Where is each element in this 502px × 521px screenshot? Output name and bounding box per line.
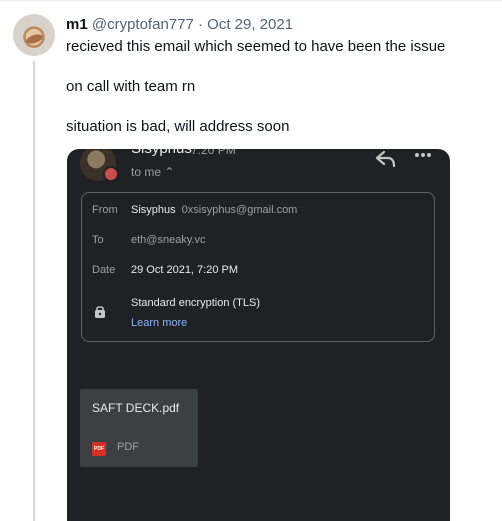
user-handle[interactable]: @cryptofan777	[92, 16, 194, 33]
sender-badge-icon	[103, 166, 119, 182]
pdf-attachment: SAFT DECK.pdf PDF PDF	[80, 389, 198, 467]
top-divider	[0, 0, 502, 1]
from-name: Sisyphus	[131, 204, 176, 216]
email-screenshot[interactable]: Sisyphus 7:20 PM to me ⌃ From Sisyphus 0x…	[67, 149, 450, 521]
tweet-date[interactable]: Oct 29, 2021	[207, 16, 293, 33]
to-label: To	[92, 234, 104, 246]
avatar[interactable]	[13, 14, 55, 56]
tweet-header: m1 @cryptofan777 · Oct 29, 2021	[66, 15, 293, 35]
recipient-toggle: to me ⌃	[131, 165, 175, 179]
learn-more-link: Learn more	[131, 317, 188, 329]
thread-line	[33, 61, 35, 521]
separator: ·	[197, 16, 203, 33]
attachment-name: SAFT DECK.pdf	[92, 401, 180, 415]
from-label: From	[92, 204, 118, 216]
tweet-line-3: situation is bad, will address soon	[66, 118, 290, 135]
email-details-panel: From Sisyphus 0xsisyphus@gmail.com To eth…	[81, 192, 435, 342]
from-value: Sisyphus 0xsisyphus@gmail.com	[131, 204, 297, 216]
reply-icon	[375, 150, 396, 168]
date-label: Date	[92, 264, 116, 276]
display-name[interactable]: m1	[66, 16, 88, 33]
lock-icon	[95, 306, 105, 318]
from-email: 0xsisyphus@gmail.com	[181, 204, 298, 216]
encryption-status: Standard encryption (TLS)	[131, 297, 261, 309]
tweet-line-1: recieved this email which seemed to have…	[66, 38, 446, 55]
pdf-icon: PDF	[92, 442, 106, 456]
tweet-line-2: on call with team rn	[66, 78, 196, 95]
attachment-type: PDF	[117, 441, 139, 453]
sent-time: 7:20 PM	[191, 149, 236, 157]
to-value: eth@sneaky.vc	[131, 234, 206, 246]
date-value: 29 Oct 2021, 7:20 PM	[131, 264, 239, 276]
sender-name: Sisyphus	[131, 149, 192, 157]
more-icon	[415, 153, 431, 157]
